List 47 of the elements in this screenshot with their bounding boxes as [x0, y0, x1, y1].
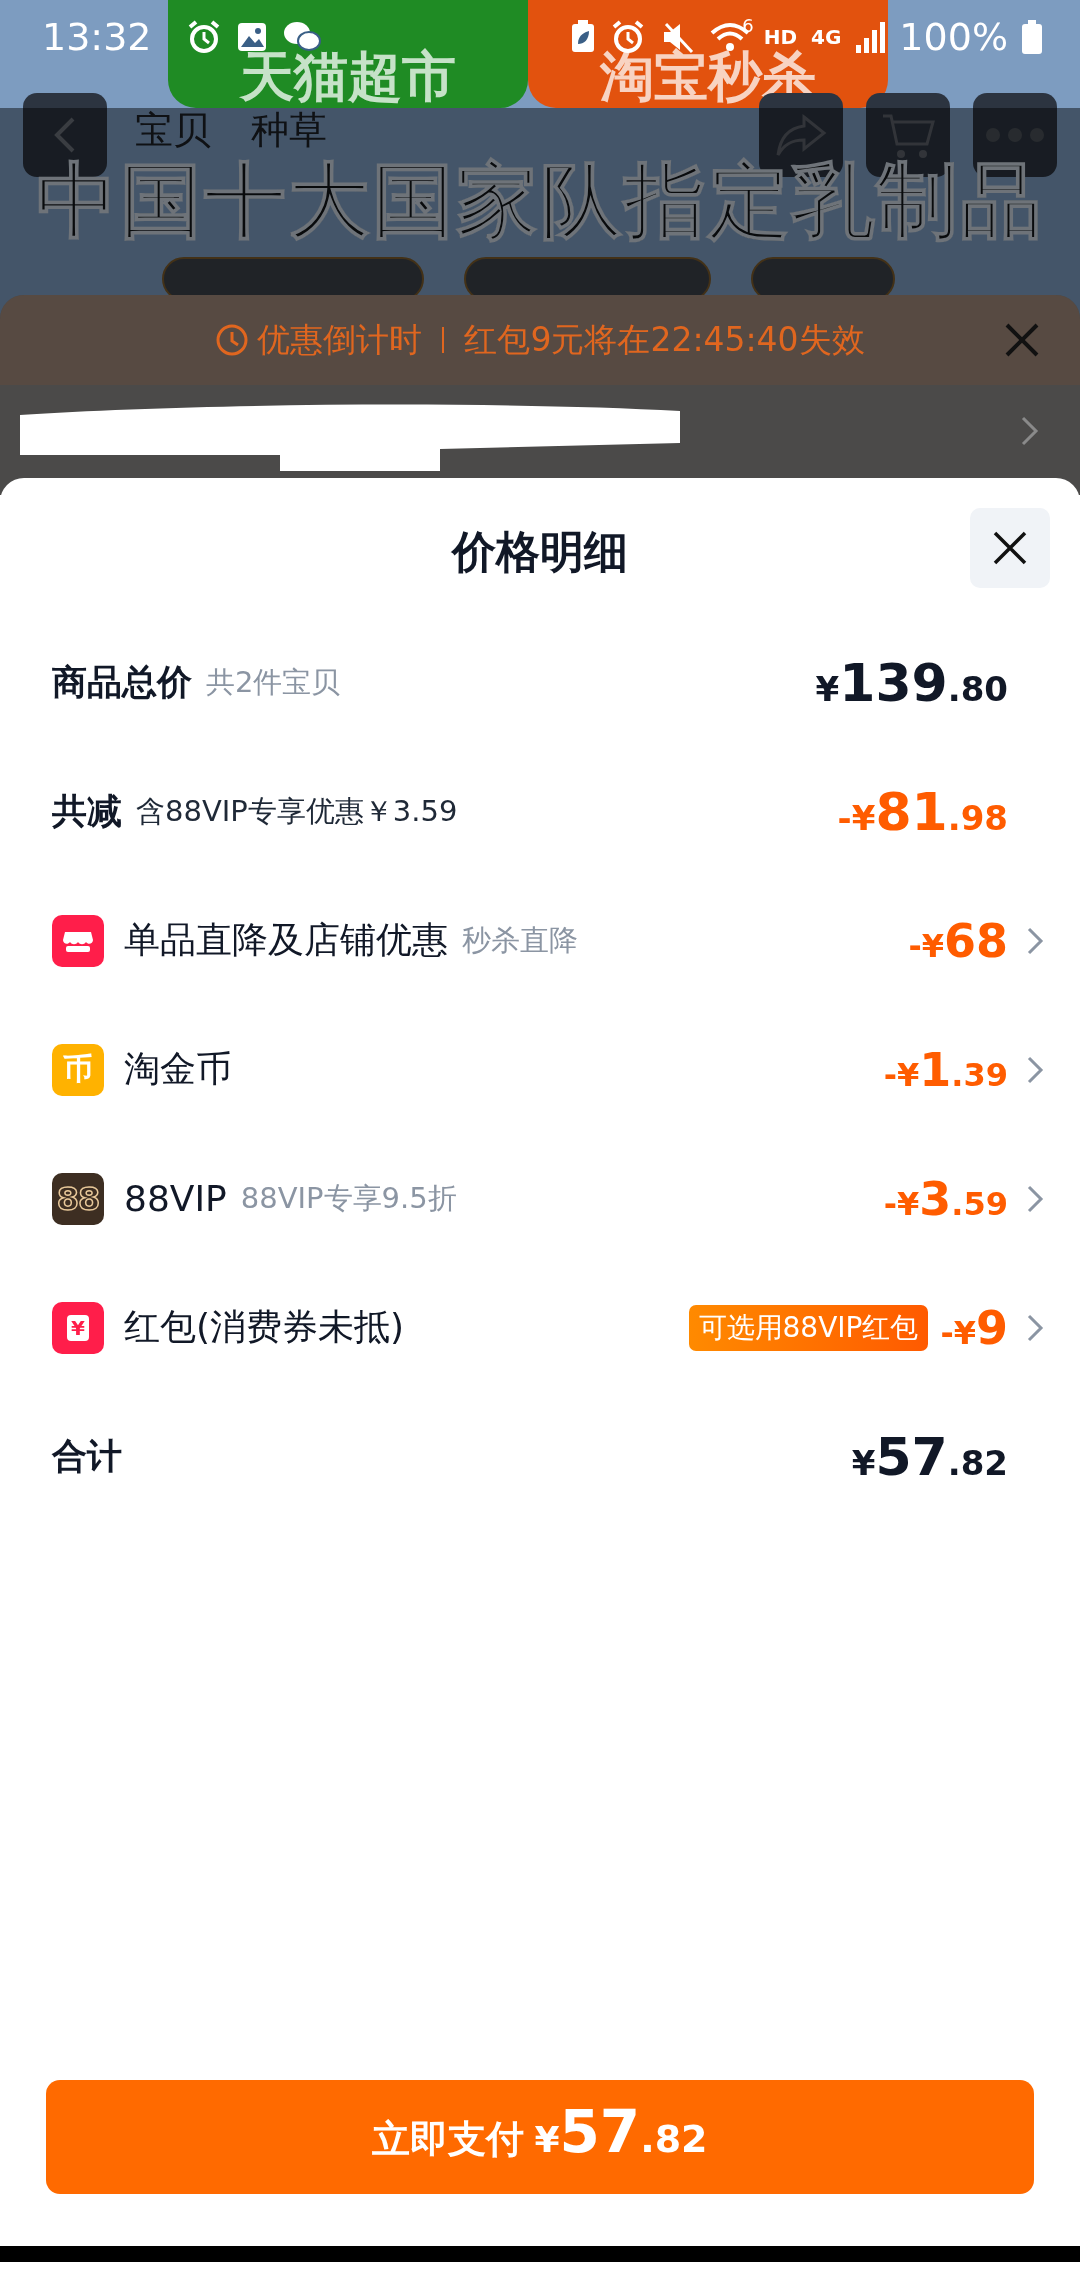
clock-time: 13:32 — [42, 14, 152, 59]
row-note: 88VIP专享9.5折 — [240, 1179, 457, 1217]
battery-level: 100% — [899, 14, 1008, 59]
discount-label: 88VIP — [124, 1178, 227, 1219]
coupon-tag: 可选用88VIP红包 — [688, 1304, 929, 1351]
price-amount: -¥81.98 — [837, 781, 1008, 842]
chevron-icon[interactable] — [1026, 1312, 1044, 1343]
summary-label: 共减 — [52, 790, 122, 833]
discount-label: 单品直降及店铺优惠 — [124, 918, 448, 962]
price-amount: ¥139.80 — [815, 652, 1008, 713]
countdown-label: 优惠倒计时 — [257, 318, 423, 361]
packet-icon: ¥ — [52, 1301, 104, 1354]
close-button[interactable] — [970, 508, 1050, 588]
battery-icon — [1022, 19, 1042, 54]
price-amount: -¥3.59 — [883, 1171, 1008, 1226]
price-amount: -¥68 — [908, 913, 1008, 968]
pay-button[interactable]: 立即支付 ¥57.82 — [46, 2080, 1034, 2194]
tab[interactable]: 种草 — [251, 111, 327, 149]
chevron-icon[interactable] — [1020, 415, 1040, 447]
chevron-icon[interactable] — [1026, 925, 1044, 956]
signal-icon — [855, 20, 886, 53]
discount-label: 红包(消费券未抵) — [124, 1305, 405, 1349]
coin-icon: 币 — [52, 1043, 104, 1096]
chevron-icon[interactable] — [1026, 1054, 1044, 1085]
share-icon — [774, 113, 828, 157]
row-note: 含88VIP专享优惠￥3.59 — [136, 792, 458, 830]
row-note: 共2件宝贝 — [206, 663, 341, 701]
price-amount: ¥57.82 — [851, 1426, 1008, 1487]
close-icon — [1004, 322, 1040, 358]
store-icon — [52, 914, 104, 967]
vip-icon: 88 — [52, 1172, 104, 1225]
hd-label: HD — [763, 24, 797, 49]
banner: 天猫超市 — [168, 0, 528, 108]
tab[interactable]: 宝贝 — [135, 111, 211, 149]
sheet-title: 价格明细 — [452, 524, 628, 579]
summary-label: 合计 — [52, 1435, 122, 1478]
clock-icon — [215, 323, 250, 357]
price-amount: -¥1.39 — [883, 1042, 1008, 1097]
countdown-message: 红包9元将在22:45:40失效 — [464, 318, 865, 361]
row-note: 秒杀直降 — [462, 921, 578, 959]
discount-label: 淘金币 — [124, 1047, 232, 1091]
back-icon — [53, 115, 77, 155]
close-icon — [992, 530, 1028, 566]
chevron-icon[interactable] — [1026, 1183, 1044, 1214]
price-amount: -¥9 — [940, 1300, 1008, 1355]
summary-label: 商品总价 — [52, 661, 192, 704]
network-label: 4G — [811, 24, 842, 49]
